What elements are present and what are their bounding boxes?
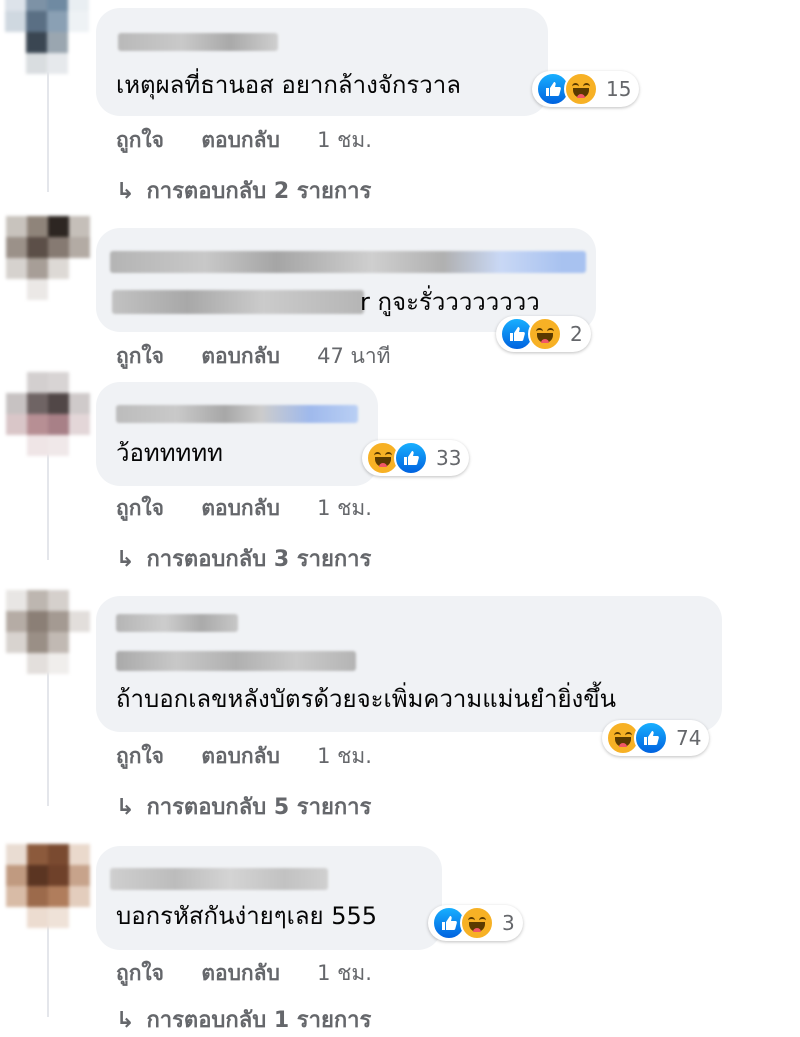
reaction-summary[interactable]: 3 (428, 905, 523, 941)
timestamp: 1 ชม. (317, 128, 372, 152)
comment-actions: ถูกใจ ตอบกลับ 1 ชม. (116, 740, 402, 773)
view-replies-label: การตอบกลับ 1 รายการ (146, 1008, 372, 1033)
view-replies-label: การตอบกลับ 2 รายการ (146, 179, 372, 204)
reply-arrow-icon: ↳ (116, 179, 135, 204)
reply-link[interactable]: ตอบกลับ (201, 496, 280, 520)
thread-line (47, 72, 49, 192)
reaction-summary[interactable]: 2 (496, 316, 591, 352)
like-link[interactable]: ถูกใจ (116, 128, 164, 152)
avatar[interactable] (6, 844, 90, 928)
comment-text: r กูจะรั่วววววววว (360, 288, 540, 316)
avatar[interactable] (6, 590, 90, 674)
view-replies-link[interactable]: ↳ การตอบกลับ 3 รายการ (116, 541, 371, 576)
author-name[interactable] (110, 868, 328, 890)
reply-link[interactable]: ตอบกลับ (201, 744, 280, 768)
comment-text: ถ้าบอกเลขหลังบัตรด้วยจะเพิ่มความแม่นยำยิ… (116, 685, 617, 713)
reaction-count: 2 (570, 322, 583, 346)
author-name[interactable] (116, 614, 238, 632)
haha-reaction-icon (528, 317, 562, 351)
avatar[interactable] (6, 216, 90, 300)
author-name[interactable] (116, 405, 358, 423)
comment-bubble (96, 382, 378, 486)
like-link[interactable]: ถูกใจ (116, 344, 164, 368)
reaction-summary[interactable]: 15 (532, 71, 640, 107)
like-link[interactable]: ถูกใจ (116, 744, 164, 768)
reply-arrow-icon: ↳ (116, 547, 135, 572)
reaction-count: 74 (676, 726, 702, 750)
view-replies-label: การตอบกลับ 3 รายการ (146, 547, 372, 572)
reaction-count: 33 (436, 446, 462, 470)
timestamp: 1 ชม. (317, 744, 372, 768)
timestamp: 1 ชม. (317, 961, 372, 985)
reply-link[interactable]: ตอบกลับ (201, 128, 280, 152)
view-replies-link[interactable]: ↳ การตอบกลับ 2 รายการ (116, 173, 371, 208)
comment-actions: ถูกใจ ตอบกลับ 47 นาที (116, 340, 421, 373)
reaction-count: 3 (502, 911, 515, 935)
like-reaction-icon (394, 441, 428, 475)
author-name[interactable] (110, 251, 586, 273)
reply-arrow-icon: ↳ (116, 795, 135, 820)
comment-actions: ถูกใจ ตอบกลับ 1 ชม. (116, 957, 402, 990)
view-replies-label: การตอบกลับ 5 รายการ (146, 795, 372, 820)
haha-reaction-icon (564, 72, 598, 106)
timestamp: 1 ชม. (317, 496, 372, 520)
mention-blur (112, 290, 364, 314)
thread-line (47, 656, 49, 806)
timestamp: 47 นาที (317, 344, 391, 368)
author-name[interactable] (118, 33, 278, 51)
comment-text: เหตุผลที่ธานอส อยากล้างจักรวาล (116, 71, 461, 99)
comment-actions: ถูกใจ ตอบกลับ 1 ชม. (116, 492, 402, 525)
reaction-count: 15 (606, 77, 632, 101)
view-replies-link[interactable]: ↳ การตอบกลับ 5 รายการ (116, 789, 371, 824)
comment-actions: ถูกใจ ตอบกลับ 1 ชม. (116, 124, 402, 157)
reply-link[interactable]: ตอบกลับ (201, 961, 280, 985)
like-link[interactable]: ถูกใจ (116, 961, 164, 985)
avatar[interactable] (6, 372, 90, 456)
like-reaction-icon (634, 721, 668, 755)
avatar[interactable] (5, 0, 89, 74)
reply-link[interactable]: ตอบกลับ (201, 344, 280, 368)
view-replies-link[interactable]: ↳ การตอบกลับ 1 รายการ (116, 1002, 371, 1037)
reaction-summary[interactable]: 74 (602, 720, 710, 756)
like-link[interactable]: ถูกใจ (116, 496, 164, 520)
comment-bubble (96, 846, 442, 950)
reply-arrow-icon: ↳ (116, 1008, 135, 1033)
haha-reaction-icon (460, 906, 494, 940)
comment-text: บอกรหัสกันง่ายๆเลย 555 (116, 902, 378, 930)
mention-blur (116, 651, 356, 671)
reaction-summary[interactable]: 33 (362, 440, 470, 476)
comment-text: ว้อททททท (116, 439, 223, 467)
